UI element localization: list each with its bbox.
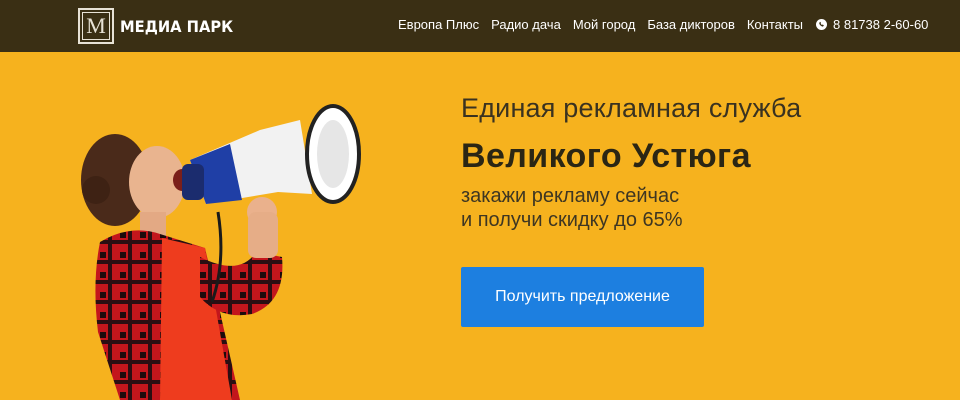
- nav-link-radio-dacha[interactable]: Радио дача: [491, 17, 561, 32]
- phone-number: 8 81738 2-60-60: [833, 17, 929, 32]
- main-nav: Европа Плюс Радио дача Мой город База ди…: [398, 17, 815, 32]
- site-logo[interactable]: M МЕДИА ПАРК: [78, 8, 243, 44]
- hero-image-woman-with-megaphone: [0, 52, 440, 400]
- logo-mark: M: [78, 8, 114, 44]
- hero-title-line-1: Единая рекламная служба: [461, 93, 802, 123]
- get-offer-button[interactable]: Получить предложение: [461, 267, 704, 327]
- hero-subtitle: закажи рекламу сейчас и получи скидку до…: [461, 184, 683, 232]
- phone-icon: [816, 19, 827, 30]
- nav-link-moy-gorod[interactable]: Мой город: [573, 17, 636, 32]
- phone-link[interactable]: 8 81738 2-60-60: [816, 17, 928, 32]
- logo-text: МЕДИА ПАРК: [120, 16, 234, 36]
- nav-link-kontakty[interactable]: Контакты: [747, 17, 803, 32]
- top-navigation-bar: M МЕДИА ПАРК Европа Плюс Радио дача Мой …: [0, 0, 960, 52]
- nav-link-europa-plus[interactable]: Европа Плюс: [398, 17, 479, 32]
- nav-link-baza-diktorov[interactable]: База дикторов: [647, 17, 735, 32]
- hero-title-line-2: Великого Устюга: [461, 137, 751, 175]
- hero-subtitle-line-1: закажи рекламу сейчас: [461, 185, 680, 207]
- hero-subtitle-line-2: и получи скидку до 65%: [461, 209, 683, 231]
